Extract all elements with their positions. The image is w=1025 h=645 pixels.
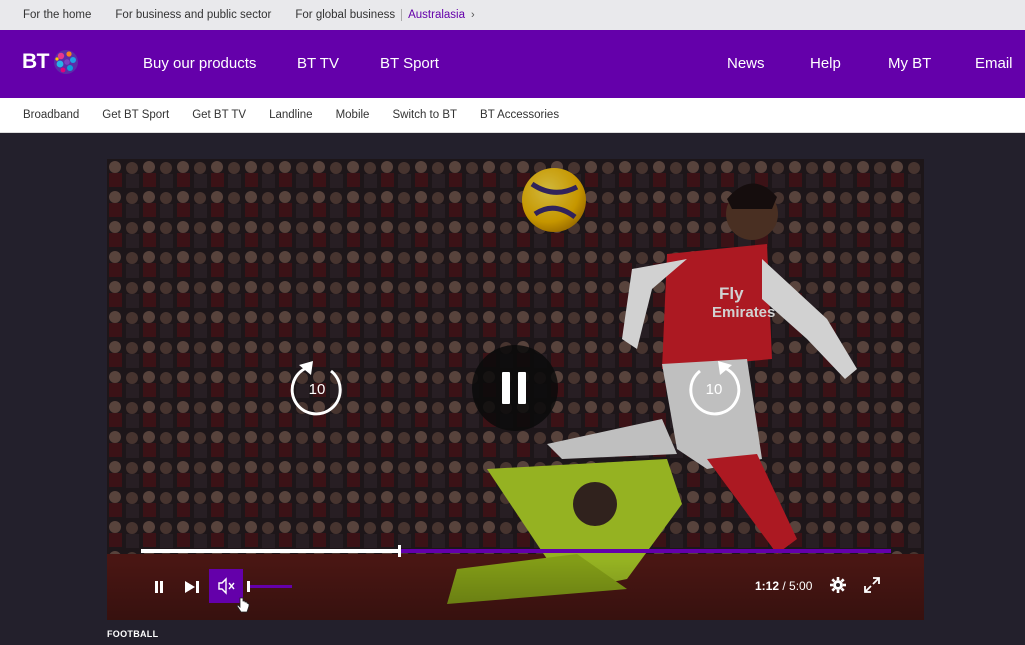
nav-email[interactable]: Email	[975, 55, 1013, 72]
time-separator: /	[779, 579, 790, 593]
main-nav: BT Buy our products BT TV BT Sport News …	[0, 30, 1025, 98]
seek-bar-played	[141, 549, 399, 553]
region-label: Australasia	[408, 9, 465, 21]
article-category: FOOTBALL	[107, 629, 159, 639]
time-display: 1:12 / 5:00	[755, 579, 812, 593]
seek-bar[interactable]	[141, 545, 891, 557]
nav-my-bt[interactable]: My BT	[888, 55, 931, 72]
utility-link-global[interactable]: For global business	[295, 9, 395, 21]
skip-back-seconds: 10	[308, 381, 326, 398]
subnav-get-bt-sport[interactable]: Get BT Sport	[102, 109, 169, 121]
duration: 5:00	[789, 579, 813, 593]
settings-button[interactable]	[829, 576, 847, 594]
play-pause-overlay-button[interactable]	[472, 345, 558, 431]
hand-cursor-icon	[236, 597, 250, 613]
bt-logo[interactable]: BT	[22, 47, 81, 77]
next-button[interactable]	[184, 580, 200, 594]
control-bar: 1:12 / 5:00	[107, 561, 924, 620]
nav-bt-tv[interactable]: BT TV	[297, 55, 339, 72]
skip-next-icon	[185, 581, 199, 593]
region-selector[interactable]: Australasia ›	[408, 9, 499, 21]
video-player[interactable]: Fly Emirates 10 10 1:12 / 5:00	[107, 159, 924, 620]
nav-news[interactable]: News	[727, 55, 765, 72]
subnav-landline[interactable]: Landline	[269, 109, 312, 121]
divider	[401, 9, 403, 21]
gear-icon	[830, 577, 846, 593]
logo-text: BT	[22, 50, 50, 73]
skip-forward-button[interactable]: 10	[684, 359, 744, 419]
subnav-bt-accessories[interactable]: BT Accessories	[480, 109, 559, 121]
subnav-switch-to-bt[interactable]: Switch to BT	[392, 109, 457, 121]
skip-forward-seconds: 10	[705, 381, 723, 398]
utility-link-home[interactable]: For the home	[23, 9, 91, 21]
expand-icon	[864, 577, 880, 593]
bt-globe-icon	[54, 50, 78, 74]
current-time: 1:12	[755, 579, 780, 593]
seek-handle[interactable]	[398, 545, 401, 557]
subnav-get-bt-tv[interactable]: Get BT TV	[192, 109, 246, 121]
nav-help[interactable]: Help	[810, 55, 841, 72]
sub-nav: Broadband Get BT Sport Get BT TV Landlin…	[0, 98, 1025, 133]
skip-back-button[interactable]: 10	[287, 359, 347, 419]
subnav-broadband[interactable]: Broadband	[23, 109, 79, 121]
utility-link-business[interactable]: For business and public sector	[115, 9, 271, 21]
volume-knob[interactable]	[247, 581, 250, 592]
utility-bar: For the home For business and public sec…	[0, 0, 1025, 30]
fullscreen-button[interactable]	[863, 576, 881, 594]
pause-button[interactable]	[152, 580, 166, 594]
nav-buy-products[interactable]: Buy our products	[143, 55, 256, 72]
nav-bt-sport[interactable]: BT Sport	[380, 55, 439, 72]
subnav-mobile[interactable]: Mobile	[336, 109, 370, 121]
chevron-right-icon: ›	[471, 9, 475, 21]
volume-slider[interactable]	[247, 581, 292, 592]
